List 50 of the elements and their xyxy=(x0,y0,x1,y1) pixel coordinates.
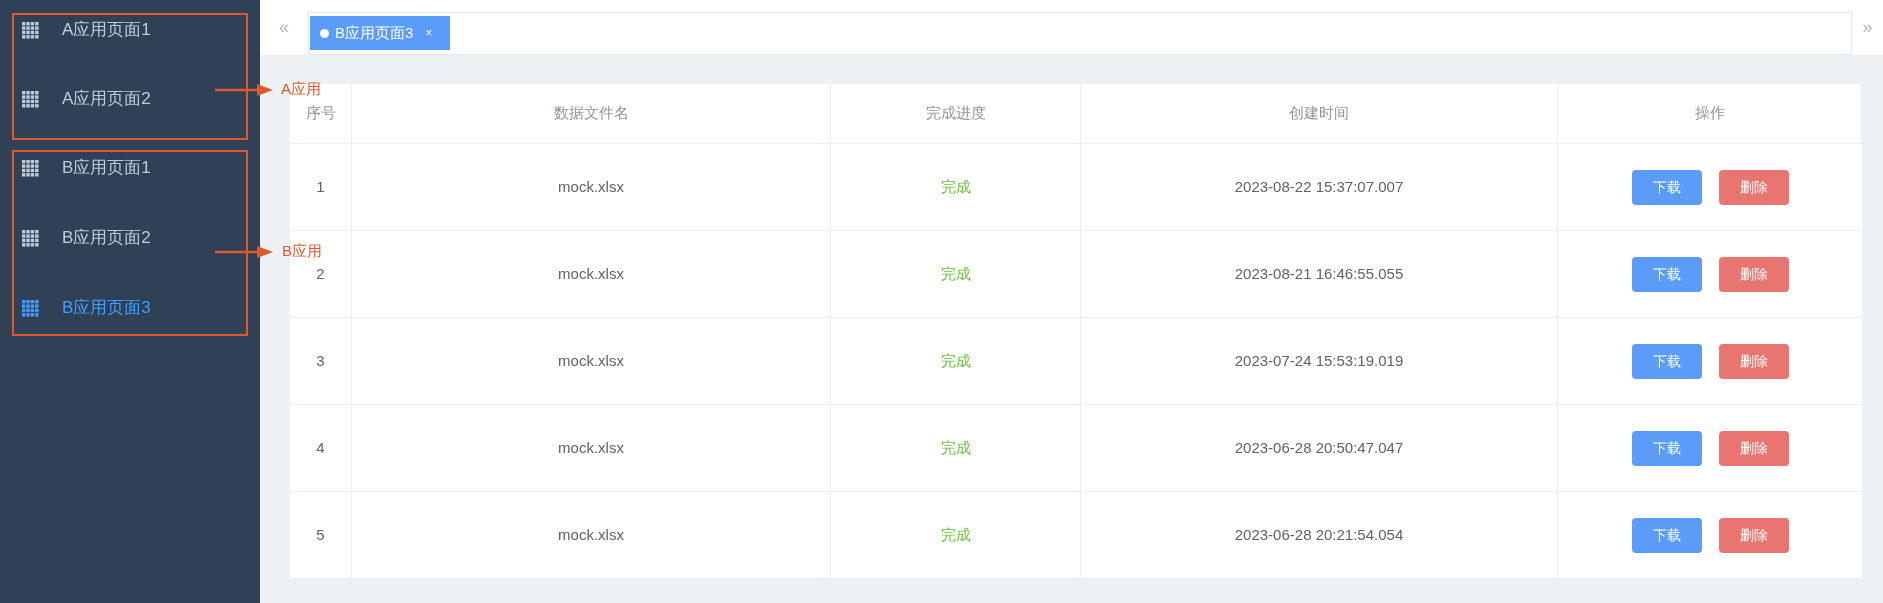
table-cell-text: mock.xlsx xyxy=(558,524,624,545)
status-text: 完成 xyxy=(940,350,971,371)
status-text: 完成 xyxy=(940,176,971,197)
table-cell-text: 3 xyxy=(316,350,325,371)
download-button[interactable]: 下载 xyxy=(1631,169,1702,205)
delete-button[interactable]: 删除 xyxy=(1718,169,1789,205)
table-cell-text: 1 xyxy=(316,176,325,197)
sidebar-item[interactable]: B应用页面2 xyxy=(14,223,246,253)
table-cell-text: 2 xyxy=(316,263,325,284)
grid-icon xyxy=(22,299,39,317)
sidebar-item[interactable]: B应用页面1 xyxy=(14,153,246,183)
delete-button[interactable]: 删除 xyxy=(1718,517,1789,553)
table-cell-text: mock.xlsx xyxy=(558,263,624,284)
sidebar-item[interactable]: B应用页面3 xyxy=(14,293,246,323)
column-header: 完成进度 xyxy=(831,84,1081,143)
table-cell-text: 2023-07-24 15:53:19.019 xyxy=(1234,350,1404,371)
delete-button[interactable]: 删除 xyxy=(1718,343,1789,379)
status-text: 完成 xyxy=(940,437,971,458)
table-cell-text: 2023-08-22 15:37:07.007 xyxy=(1234,176,1404,197)
grid-icon xyxy=(22,229,39,247)
column-header: 操作 xyxy=(1558,84,1862,143)
table-cell-text: 4 xyxy=(316,437,325,458)
grid-icon xyxy=(22,21,39,39)
column-header: 数据文件名 xyxy=(352,84,831,143)
table-cell-text: mock.xlsx xyxy=(558,350,624,371)
table-cell-text: 5 xyxy=(316,524,325,545)
table-cell-text: mock.xlsx xyxy=(558,176,624,197)
table-cell-text: mock.xlsx xyxy=(558,437,624,458)
table-cell-text: 2023-06-28 20:50:47.047 xyxy=(1234,437,1404,458)
page-tab[interactable]: B应用页面3 × xyxy=(310,16,450,50)
delete-button[interactable]: 删除 xyxy=(1718,256,1789,292)
download-button[interactable]: 下载 xyxy=(1631,343,1702,379)
table-cell-text: 2023-06-28 20:21:54.054 xyxy=(1234,524,1404,545)
annotation-label: B应用 xyxy=(282,241,322,261)
delete-button[interactable]: 删除 xyxy=(1718,430,1789,466)
download-button[interactable]: 下载 xyxy=(1631,256,1702,292)
download-button[interactable]: 下载 xyxy=(1631,430,1702,466)
tab-close-icon[interactable]: × xyxy=(425,24,433,42)
column-header: 创建时间 xyxy=(1081,84,1558,143)
sidebar-item[interactable]: A应用页面1 xyxy=(14,15,246,45)
grid-icon xyxy=(22,90,39,108)
scroll-right-button[interactable]: » xyxy=(1852,14,1883,41)
sidebar-item[interactable]: A应用页面2 xyxy=(14,84,246,114)
download-button[interactable]: 下载 xyxy=(1631,517,1702,553)
table-cell-text: 2023-08-21 16:46:55.055 xyxy=(1234,263,1404,284)
status-text: 完成 xyxy=(940,263,971,284)
status-text: 完成 xyxy=(940,524,971,545)
annotation-label: A应用 xyxy=(281,79,321,99)
scroll-left-button[interactable]: « xyxy=(260,14,308,41)
grid-icon xyxy=(22,159,39,177)
